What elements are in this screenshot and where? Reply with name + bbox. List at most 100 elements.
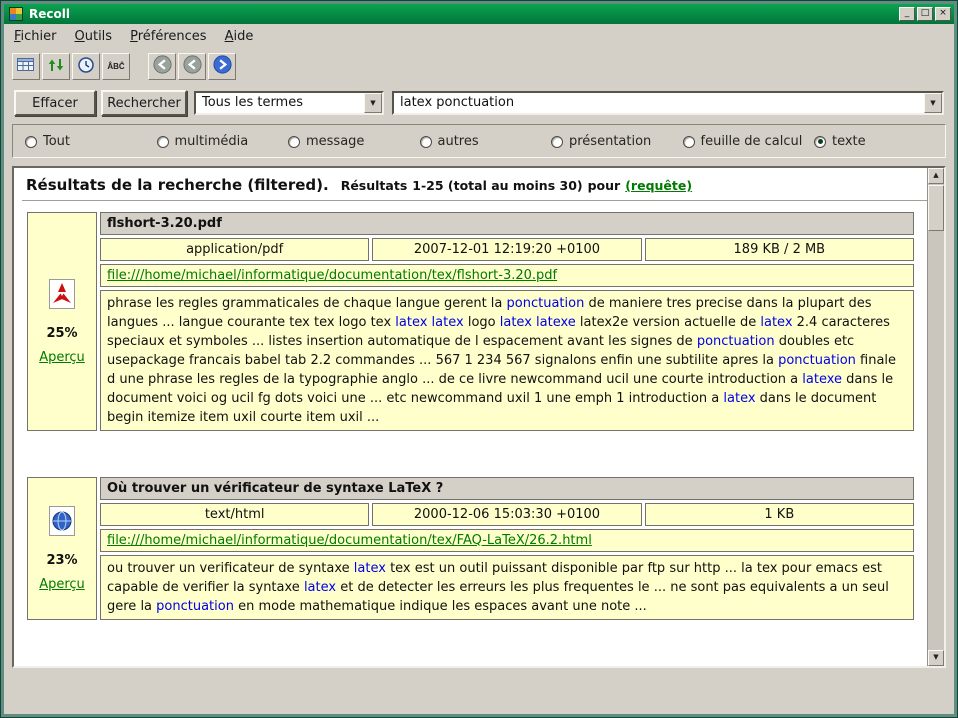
highlighted-term: latex (354, 561, 386, 576)
query-combobox[interactable]: latex ponctuation ▼ (392, 91, 944, 115)
highlighted-term: ponctuation (507, 296, 585, 311)
results-pane: Résultats de la recherche (filtered). Ré… (12, 166, 946, 668)
filter-label: feuille de calcul (701, 134, 803, 149)
filter-label: multimédia (175, 134, 249, 149)
result-side-cell: 23% Aperçu (27, 477, 97, 620)
result-side-cell: 25% Aperçu (27, 212, 97, 431)
results-scrollbar[interactable]: ▲ ▼ (927, 168, 944, 666)
query-link[interactable]: (requête) (625, 178, 692, 193)
result-url-link[interactable]: file:///home/michael/informatique/docume… (107, 268, 557, 283)
search-mode-combobox[interactable]: Tous les termes ▼ (194, 91, 384, 115)
highlighted-term: ponctuation (697, 334, 775, 349)
result-title: flshort-3.20.pdf (100, 212, 914, 235)
filter-label: présentation (569, 134, 651, 149)
menu-aide[interactable]: Aide (225, 29, 254, 44)
results-content: Résultats de la recherche (filtered). Ré… (14, 168, 927, 666)
results-summary: Résultats 1-25 (total au moins 30) pour … (341, 178, 692, 193)
filter-radio-presentation[interactable]: présentation (551, 134, 651, 149)
search-button[interactable]: Rechercher (101, 90, 187, 116)
result-size: 1 KB (645, 503, 914, 526)
doc-table-button[interactable] (12, 53, 40, 80)
result-url-row: file:///home/michael/informatique/docume… (100, 529, 914, 552)
snippet-text: en mode mathematique indique les espaces… (234, 599, 647, 614)
menu-label-rest: références (138, 29, 207, 44)
relevance-percent: 23% (34, 553, 90, 568)
sort-arrows-icon (47, 56, 65, 77)
sort-button[interactable] (42, 53, 70, 80)
results-count-prefix: Résultats (341, 178, 408, 193)
result-url-link[interactable]: file:///home/michael/informatique/docume… (107, 533, 592, 548)
filter-label: autres (438, 134, 479, 149)
chevron-down-icon[interactable]: ▼ (924, 93, 942, 113)
radio-icon (551, 136, 563, 148)
prev-page-button[interactable] (178, 53, 206, 80)
filter-radio-panel: Tout multimédia message autres présentation f… (12, 124, 946, 158)
chevron-down-icon[interactable]: ▼ (364, 93, 382, 113)
highlighted-term: latexe (802, 372, 842, 387)
search-row: Effacer Rechercher Tous les termes ▼ lat… (4, 86, 954, 118)
result-snippet: phrase les regles grammaticales de chaqu… (100, 290, 914, 431)
query-input-value[interactable]: latex ponctuation (394, 93, 942, 110)
clear-button[interactable]: Effacer (14, 90, 96, 116)
snippet-text: phrase les regles grammaticales de chaqu… (107, 296, 507, 311)
preview-link[interactable]: Aperçu (39, 577, 85, 592)
window-title: Recoll (29, 7, 897, 21)
pdf-file-icon (48, 278, 76, 314)
filter-label: message (306, 134, 364, 149)
html-file-icon (48, 505, 76, 541)
abc-icon: ÂBĈ (107, 62, 124, 71)
filter-radio-texte[interactable]: texte (814, 134, 866, 149)
preview-link[interactable]: Aperçu (39, 350, 85, 365)
highlighted-term: latex latex (395, 315, 463, 330)
prev-circle-icon (182, 54, 203, 78)
menu-label-rest: ide (233, 29, 253, 44)
menu-outils[interactable]: Outils (75, 29, 113, 44)
result-mime: text/html (100, 503, 369, 526)
result-size: 189 KB / 2 MB (645, 238, 914, 261)
radio-icon (157, 136, 169, 148)
radio-icon (420, 136, 432, 148)
toolbar: ÂBĈ (4, 48, 954, 84)
menu-preferences[interactable]: Préférences (130, 29, 206, 44)
snippet-text: latex2e version actuelle de (576, 315, 761, 330)
menu-accel: P (130, 29, 138, 44)
result-snippet: ou trouver un verificateur de syntaxe la… (100, 555, 914, 620)
highlighted-term: latex (723, 391, 755, 406)
recoll-app-icon (9, 7, 23, 21)
result-card: 23% Aperçu Où trouver un vérificateur de… (24, 474, 917, 623)
scroll-down-button[interactable]: ▼ (928, 650, 944, 666)
filter-radio-tout[interactable]: Tout (25, 134, 70, 149)
highlighted-term: latex latexe (500, 315, 576, 330)
filter-label: Tout (43, 134, 70, 149)
first-page-button[interactable] (148, 53, 176, 80)
filter-radio-message[interactable]: message (288, 134, 364, 149)
results-header: Résultats de la recherche (filtered). Ré… (22, 174, 927, 200)
titlebar[interactable]: Recoll _ □ × (4, 4, 954, 24)
highlighted-term: ponctuation (156, 599, 234, 614)
next-page-button[interactable] (208, 53, 236, 80)
highlighted-term: latex (760, 315, 792, 330)
minimize-button[interactable]: _ (899, 7, 915, 21)
toolbar-group-nav (148, 53, 236, 80)
menu-label-rest: utils (85, 29, 112, 44)
filter-radio-autres[interactable]: autres (420, 134, 479, 149)
clock-icon (77, 56, 95, 77)
radio-icon (288, 136, 300, 148)
term-explorer-button[interactable]: ÂBĈ (102, 53, 130, 80)
scroll-thumb[interactable] (928, 185, 944, 231)
scroll-up-button[interactable]: ▲ (928, 168, 944, 184)
maximize-button[interactable]: □ (917, 7, 933, 21)
results-title: Résultats de la recherche (filtered). (26, 176, 329, 194)
filter-label: texte (832, 134, 866, 149)
header-divider (22, 200, 927, 201)
filter-radio-feuille-de-calcul[interactable]: feuille de calcul (683, 134, 803, 149)
radio-icon (25, 136, 37, 148)
search-mode-value: Tous les termes (196, 93, 382, 110)
result-mime: application/pdf (100, 238, 369, 261)
menu-fichier[interactable]: Fichier (14, 29, 57, 44)
sort-by-date-button[interactable] (72, 53, 100, 80)
result-url-row: file:///home/michael/informatique/docume… (100, 264, 914, 287)
close-button[interactable]: × (935, 7, 951, 21)
filter-radio-multimedia[interactable]: multimédia (157, 134, 249, 149)
table-icon (16, 56, 36, 77)
